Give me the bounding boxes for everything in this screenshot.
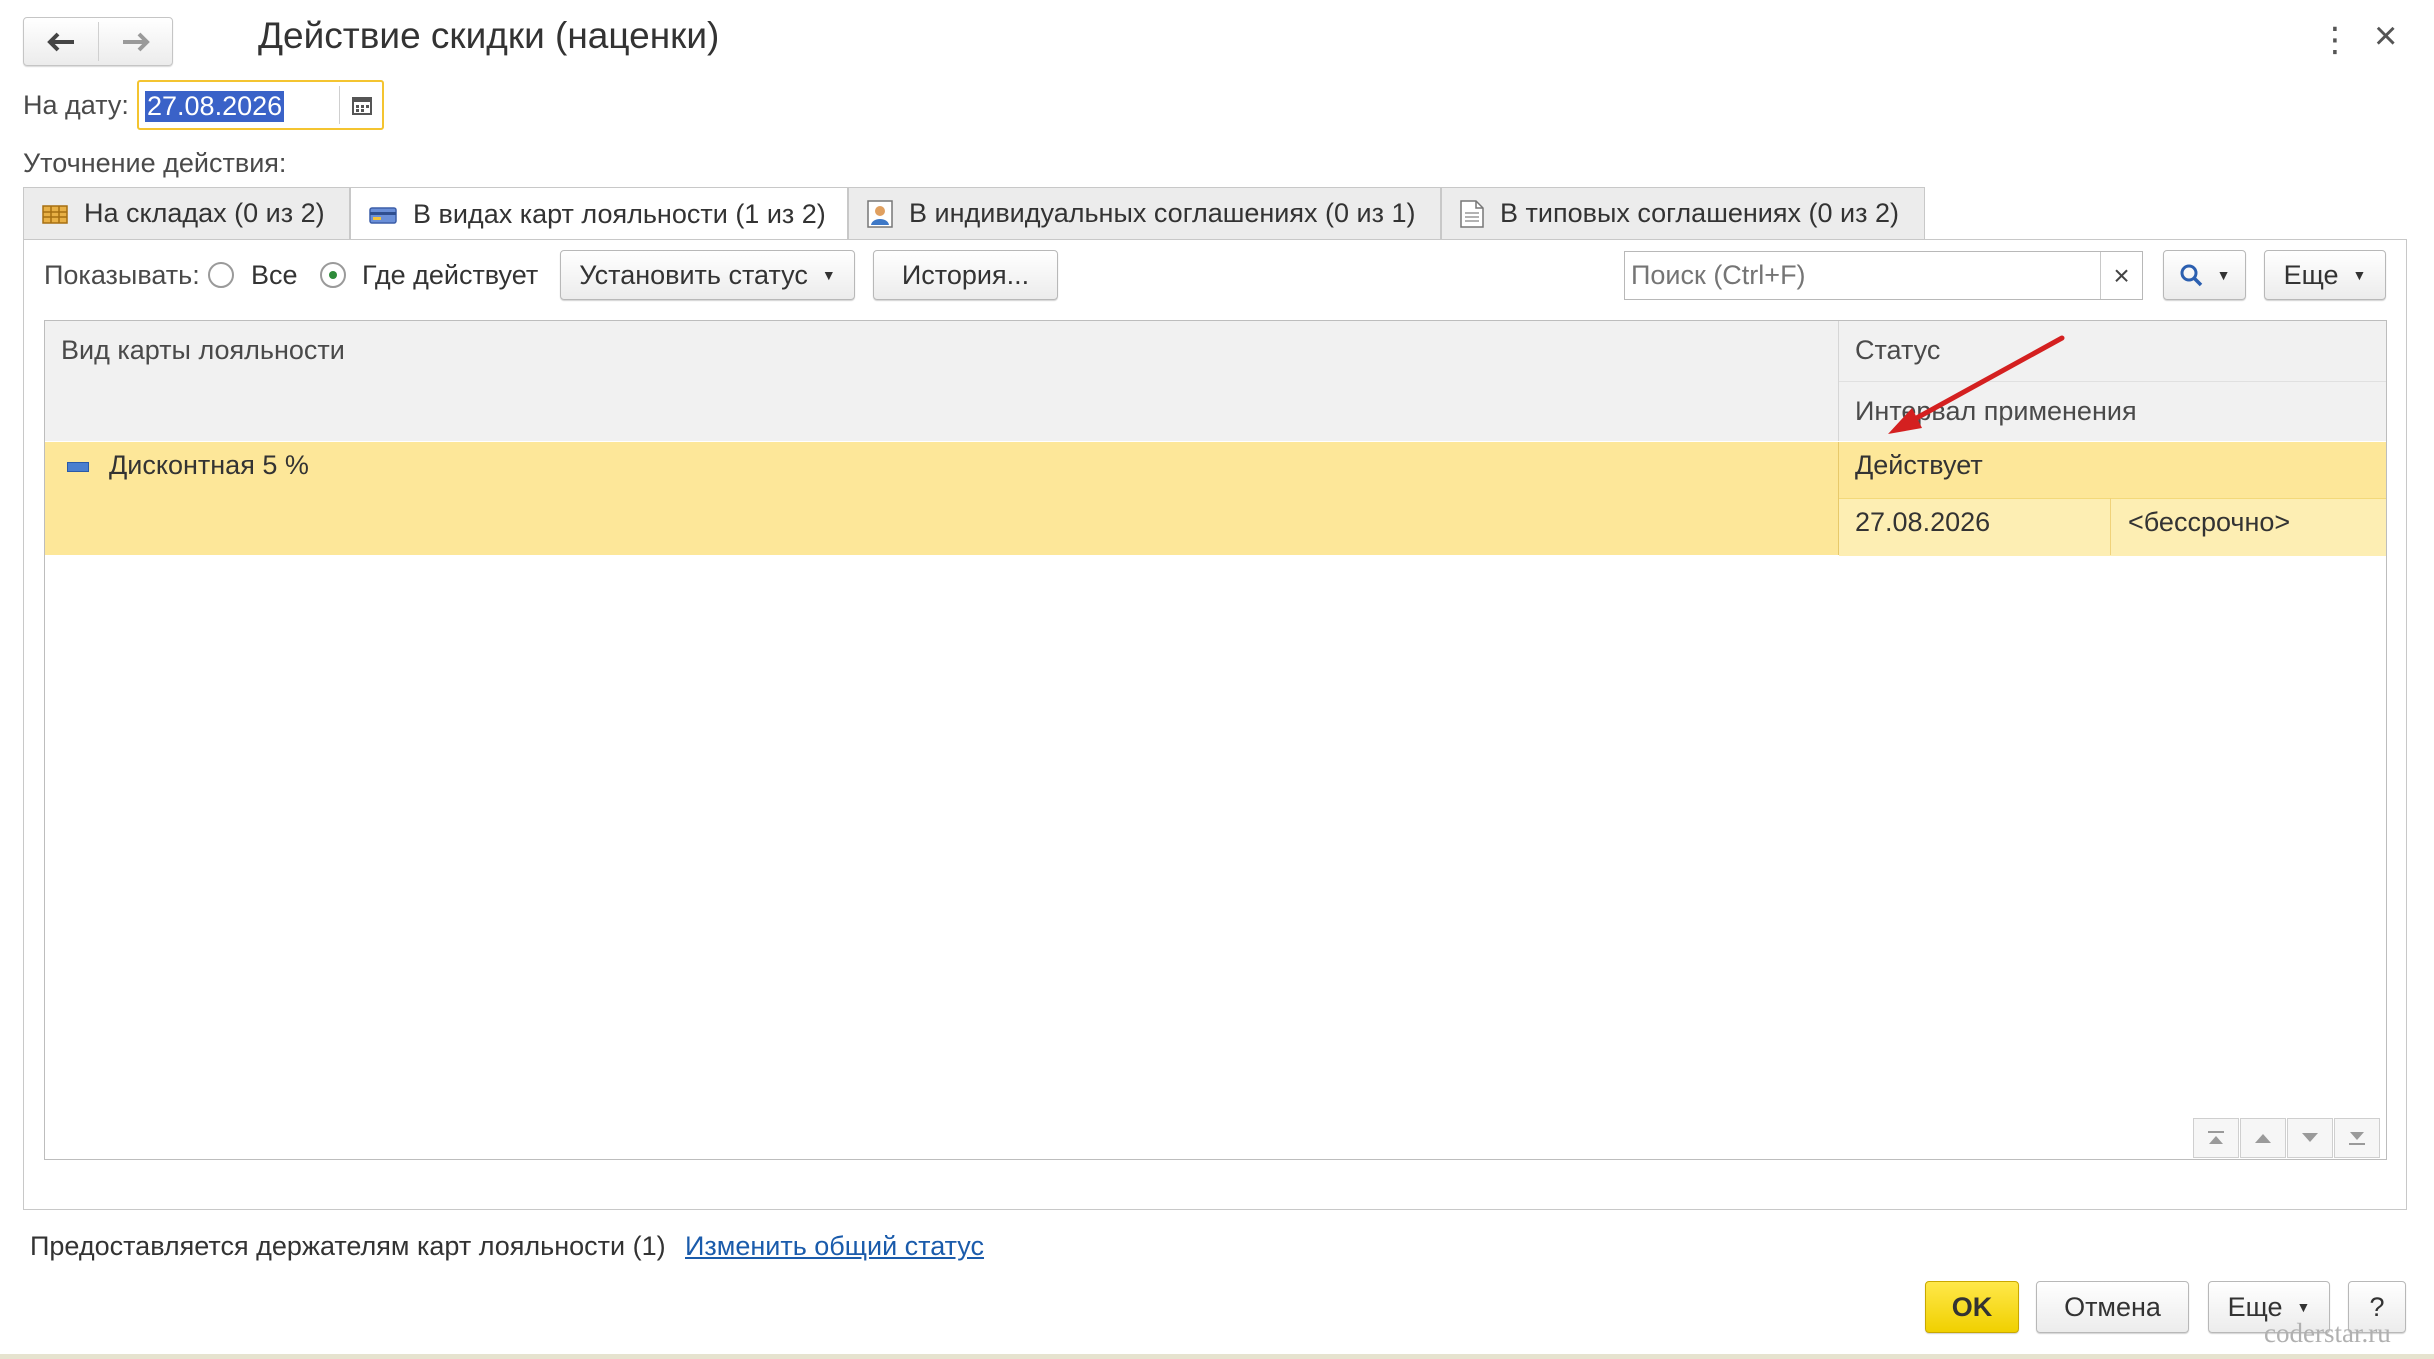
person-document-icon (867, 199, 893, 228)
search-options-button[interactable]: ▼ (2163, 250, 2246, 300)
cancel-label: Отмена (2064, 1291, 2161, 1322)
row-name: Дисконтная 5 % (109, 450, 309, 480)
tab-individual-agreements-label: В индивидуальных соглашениях (0 из 1) (909, 198, 1416, 228)
scroll-bottom-icon (2349, 1132, 2365, 1145)
watermark: coderstar.ru (2264, 1318, 2391, 1348)
chevron-down-icon: ▼ (821, 267, 836, 283)
date-value[interactable]: 27.08.2026 (145, 91, 285, 122)
ok-button[interactable]: OK (1925, 1281, 2019, 1333)
clarify-label: Уточнение действия: (23, 148, 287, 178)
scroll-down-button[interactable] (2287, 1118, 2333, 1158)
loyalty-card-icon (369, 206, 397, 224)
set-status-button[interactable]: Установить статус ▼ (560, 250, 855, 300)
tab-loyalty-cards[interactable]: В видах карт лояльности (1 из 2) (350, 187, 848, 241)
date-label: На дату: (23, 90, 129, 120)
radio-active[interactable] (320, 262, 346, 288)
chevron-down-icon: ▼ (2216, 267, 2231, 283)
radio-all-label[interactable]: Все (251, 260, 298, 291)
col-header-name-label: Вид карты лояльности (61, 335, 345, 365)
triangle-down-icon (2302, 1133, 2318, 1142)
annotation-arrow-icon (1888, 335, 2065, 434)
set-status-label: Установить статус (579, 259, 808, 290)
ok-label: OK (1951, 1291, 1993, 1322)
document-icon (1460, 199, 1484, 228)
scroll-last-button[interactable] (2334, 1118, 2380, 1158)
back-button[interactable] (24, 18, 98, 65)
more-menu-icon[interactable]: ⋮ (2318, 20, 2352, 60)
tab-warehouses[interactable]: На складах (0 из 2) (23, 187, 350, 239)
tab-individual-agreements[interactable]: В индивидуальных соглашениях (0 из 1) (848, 187, 1441, 239)
toolbar-more-label: Еще (2283, 259, 2339, 290)
row-date-from: 27.08.2026 (1855, 507, 1991, 537)
forward-button[interactable] (99, 18, 173, 65)
col-header-name[interactable]: Вид карты лояльности (45, 321, 1839, 441)
search-icon (2180, 264, 2202, 287)
history-button[interactable]: История... (873, 250, 1058, 300)
toolbar-more-button[interactable]: Еще ▼ (2264, 250, 2386, 300)
bottom-border (0, 1354, 2434, 1359)
date-field[interactable]: 27.08.2026 (137, 80, 384, 130)
show-label: Показывать: (44, 260, 200, 290)
triangle-up-icon (2255, 1134, 2271, 1143)
row-date-to: <бессрочно> (2128, 507, 2291, 537)
row-interval-divider (2110, 498, 2111, 555)
search-box: × (1624, 251, 2143, 300)
tab-standard-agreements-label: В типовых соглашениях (0 из 2) (1500, 198, 1899, 228)
navigation-buttons (23, 17, 173, 66)
cancel-button[interactable]: Отмена (2036, 1281, 2189, 1333)
footer-info: Предоставляется держателям карт лояльнос… (30, 1231, 666, 1261)
tab-standard-agreements[interactable]: В типовых соглашениях (0 из 2) (1441, 187, 1925, 239)
chevron-down-icon: ▼ (2352, 267, 2367, 283)
arrow-left-icon (47, 32, 74, 51)
scroll-first-button[interactable] (2193, 1118, 2239, 1158)
calendar-icon[interactable] (352, 95, 372, 115)
window-title: Действие скидки (наценки) (258, 15, 720, 56)
tab-warehouses-label: На складах (0 из 2) (84, 198, 325, 228)
radio-active-label[interactable]: Где действует (362, 260, 538, 291)
chevron-down-icon: ▼ (2296, 1299, 2311, 1315)
date-field-separator (339, 86, 340, 124)
scroll-up-button[interactable] (2240, 1118, 2286, 1158)
tab-loyalty-cards-label: В видах карт лояльности (1 из 2) (413, 199, 826, 229)
change-status-link[interactable]: Изменить общий статус (685, 1231, 984, 1262)
history-label: История... (901, 259, 1030, 290)
collapse-icon[interactable] (67, 462, 89, 472)
row-status: Действует (1855, 450, 1983, 480)
scroll-top-icon (2208, 1131, 2224, 1144)
loyalty-cards-table: Вид карты лояльности Статус Интервал при… (44, 320, 2387, 1160)
warehouse-icon (42, 204, 68, 224)
search-input[interactable] (1625, 252, 2099, 298)
radio-all[interactable] (208, 262, 234, 288)
arrow-right-icon (123, 32, 150, 51)
search-clear-button[interactable]: × (2101, 252, 2142, 299)
table-row[interactable]: Дисконтная 5 % Действует 27.08.2026 <бес… (45, 442, 2386, 556)
close-icon[interactable]: × (2374, 14, 2397, 59)
